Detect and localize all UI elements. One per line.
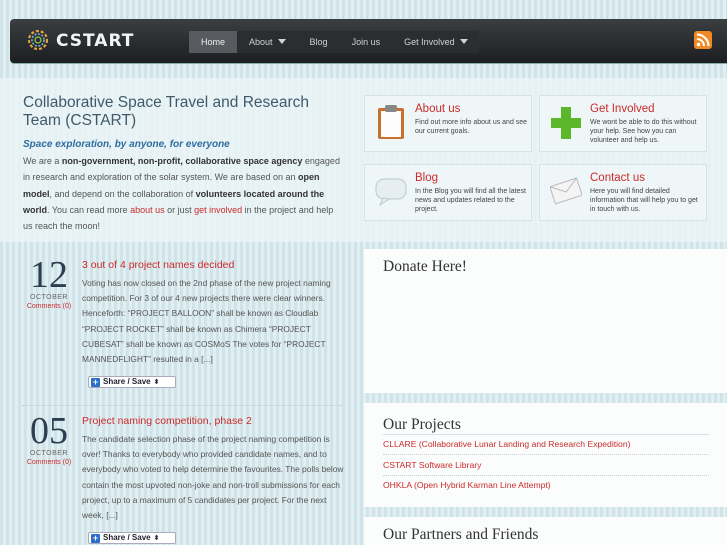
projects-title: Our Projects (383, 416, 461, 433)
nav-about[interactable]: About (237, 31, 298, 53)
nav-about-label: About (249, 37, 273, 47)
main-nav: Home About Blog Join us Get Involved (189, 31, 479, 53)
nav-home-label: Home (201, 37, 226, 47)
intro-text-bold: non-government, non-profit, collaborativ… (61, 156, 303, 166)
projects-widget: Our Projects CLLARE (Collaborative Lunar… (364, 403, 727, 507)
post-comments-link[interactable]: Comments (0) (22, 459, 76, 466)
share-save-label: Share / Save (103, 377, 151, 386)
card-title: Contact us (590, 172, 645, 184)
nav-get-involved-label: Get Involved (404, 37, 455, 47)
intro-section: Collaborative Space Travel and Research … (0, 78, 727, 242)
post-excerpt: Voting has now closed on the 2nd phase o… (82, 278, 331, 365)
share-save-button[interactable]: + Share / Save ⬍ (88, 376, 176, 388)
nav-blog[interactable]: Blog (298, 31, 340, 53)
tagline: Space exploration, by anyone, for everyo… (23, 139, 230, 150)
intro-text: We are a non-government, non-profit, col… (23, 153, 341, 234)
project-link[interactable]: OHKLA (Open Hybrid Karman Line Attempt) (383, 480, 551, 490)
intro-text-part: or just (164, 204, 195, 215)
post-comments-link[interactable]: Comments (0) (22, 303, 76, 310)
donate-widget: Donate Here! (364, 249, 727, 393)
card-description: In the Blog you will find all the latest… (415, 188, 526, 213)
chevron-down-icon: ⬍ (153, 379, 160, 386)
get-involved-link[interactable]: get involved (194, 205, 242, 215)
envelope-icon (550, 177, 582, 205)
nav-join-us-label: Join us (351, 37, 381, 47)
card-description: Find out more info about us and see our … (415, 119, 528, 135)
speech-bubble-icon (375, 178, 407, 207)
blog-post-list: 12 OCTOBER Comments (0) 3 out of 4 proje… (0, 242, 363, 545)
nav-home[interactable]: Home (189, 31, 238, 53)
card-title: Get Involved (590, 103, 655, 115)
intro-text-part: We are a (23, 156, 62, 166)
share-save-label: Share / Save (103, 533, 151, 542)
top-navigation-bar: CSTART Home About Blog Join us Get Invol… (10, 19, 727, 63)
plus-icon (551, 107, 581, 139)
nav-join-us[interactable]: Join us (340, 31, 393, 53)
nav-blog-label: Blog (309, 37, 328, 47)
widget-divider (383, 434, 709, 435)
partners-widget: Our Partners and Friends (364, 517, 727, 545)
post-title-link[interactable]: Project naming competition, phase 2 (82, 415, 252, 427)
card-title: About us (415, 103, 461, 115)
card-description: Here you will find detailed information … (590, 188, 698, 213)
list-divider (383, 475, 709, 476)
clipboard-icon (378, 105, 404, 139)
share-save-button[interactable]: + Share / Save ⬍ (88, 532, 176, 544)
project-link[interactable]: CLLARE (Collaborative Lunar Landing and … (383, 439, 630, 449)
rss-icon[interactable] (694, 31, 712, 49)
post-month: OCTOBER (30, 450, 68, 457)
page-title: Collaborative Space Travel and Research … (23, 94, 310, 129)
post-month: OCTOBER (30, 294, 68, 301)
chevron-down-icon: ⬍ (153, 535, 160, 542)
partners-title: Our Partners and Friends (383, 526, 539, 543)
card-title: Blog (415, 172, 439, 184)
plus-icon: + (91, 533, 100, 543)
about-us-link[interactable]: about us (130, 205, 165, 215)
nav-get-involved[interactable]: Get Involved (392, 31, 480, 53)
chevron-down-icon (459, 39, 468, 44)
card-get-involved[interactable]: Get Involved We wont be able to do this … (539, 95, 707, 152)
intro-text-part: . You can read more (47, 204, 131, 215)
site-logo[interactable]: CSTART (26, 28, 136, 54)
card-contact-us[interactable]: Contact us Here you will find detailed i… (539, 164, 707, 221)
project-link[interactable]: CSTART Software Library (383, 460, 481, 470)
list-divider (383, 454, 709, 455)
donate-title: Donate Here! (383, 258, 467, 275)
post-title-link[interactable]: 3 out of 4 project names decided (82, 259, 234, 271)
card-about-us[interactable]: About us Find out more info about us and… (364, 95, 532, 152)
logo-text: CSTART (56, 31, 135, 51)
post-day: 05 (30, 410, 68, 452)
post-excerpt: The candidate selection phase of the pro… (82, 434, 344, 521)
post-divider (22, 405, 342, 406)
post-day: 12 (30, 254, 68, 296)
intro-text-part: , and depend on the collaboration of (49, 188, 196, 199)
chevron-down-icon (277, 39, 286, 44)
logo-ring-icon (27, 29, 49, 51)
card-blog[interactable]: Blog In the Blog you will find all the l… (364, 164, 532, 221)
card-description: We wont be able to do this without your … (590, 119, 697, 144)
plus-icon: + (91, 377, 100, 387)
